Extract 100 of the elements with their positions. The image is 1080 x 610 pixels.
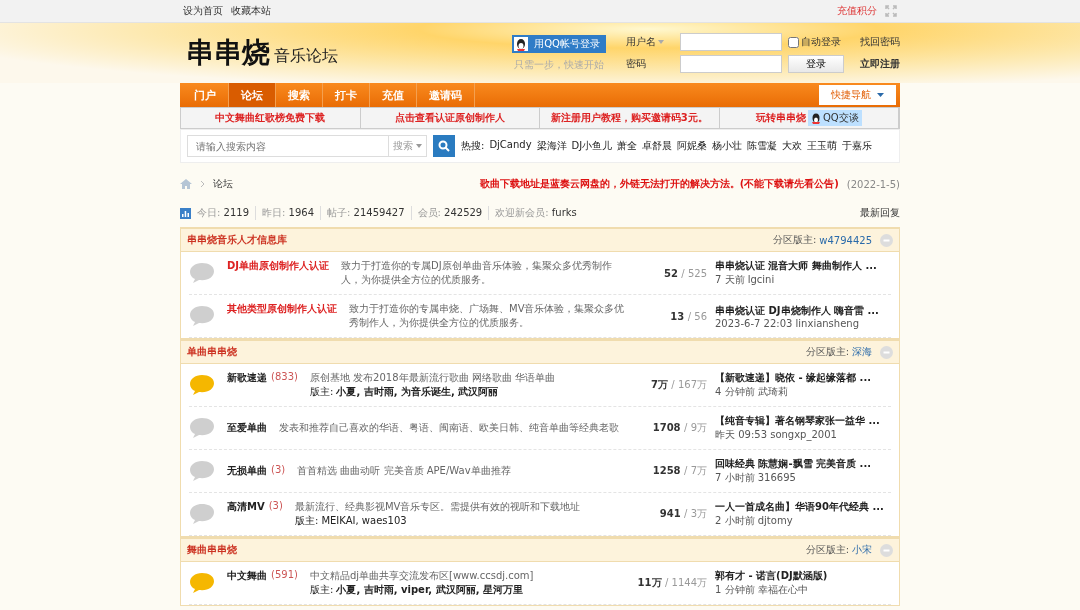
hot-search-link[interactable]: 陈雪凝 (747, 139, 778, 153)
caret-icon (416, 144, 422, 148)
promo-link[interactable]: 新注册用户教程，购买邀请码3元。 (550, 111, 708, 125)
forum-name-link[interactable]: 其他类型原创制作人认证 (227, 302, 337, 316)
last-post-meta: 昨天 09:53 songxp_2001 (715, 428, 838, 442)
hot-search-link[interactable]: 梁海洋 (536, 139, 567, 153)
last-post-meta: 4 分钟前 武琦莉 (715, 385, 789, 399)
search-button[interactable] (433, 135, 455, 157)
last-post-meta: 7 小时前 316695 (715, 471, 797, 485)
collapse-icon[interactable] (880, 345, 893, 359)
login-button[interactable]: 登录 (788, 55, 844, 73)
forum-description: 发表和推荐自己喜欢的华语、粤语、闽南语、欧美日韩、纯音单曲等经典老歌 (279, 421, 620, 435)
logo-subtitle: 音乐论坛 (274, 45, 338, 67)
register-link[interactable]: 立即注册 (860, 57, 900, 71)
moderator-link[interactable]: 深海 (852, 345, 872, 359)
password-field[interactable] (680, 55, 782, 73)
today-post-count: (591) (271, 569, 298, 582)
auto-login-label[interactable]: 自动登录 (801, 35, 841, 49)
username-field[interactable] (680, 33, 782, 51)
auto-login-checkbox[interactable] (788, 36, 799, 48)
forum-description: 最新流行、经典影视MV音乐专区。需提供有效的视听和下载地址 (294, 500, 582, 514)
forum-description: 首首精选 曲曲动听 完美音质 APE/Wav单曲推荐 (297, 464, 512, 478)
hot-search-link[interactable]: 王玉萌 (807, 139, 838, 153)
last-post-link[interactable]: 串串烧认证 混音大师 舞曲制作人 ... (715, 259, 891, 273)
hot-search-link[interactable]: 卓舒晨 (642, 139, 673, 153)
qq-login-button[interactable]: 用QQ帐号登录 (512, 34, 606, 53)
collapse-icon[interactable] (880, 543, 893, 557)
stat-text: 会员: 242529 (410, 206, 483, 220)
fullscreen-icon[interactable] (885, 5, 897, 17)
today-post-count: (3) (268, 500, 283, 513)
quick-nav-dropdown[interactable]: 快捷导航 (819, 85, 896, 105)
forum-name-link[interactable]: 中文舞曲 (227, 569, 267, 583)
last-post-link[interactable]: 【纯音专辑】著名钢琴家张一益华 ... (715, 414, 891, 428)
thread-post-count: 941 / 3万 (658, 507, 707, 521)
qq-chat-badge[interactable]: QQ交谈 (807, 110, 862, 126)
last-post-link[interactable]: 郭有才 - 诺言(DJ默涵版) (715, 569, 891, 583)
today-post-count: (3) (271, 464, 286, 477)
search-icon (438, 140, 450, 152)
promo-link[interactable]: 玩转串串烧 (755, 111, 806, 125)
hot-search-link[interactable]: 萧全 (617, 139, 638, 153)
latest-replies-link[interactable]: 最新回复 (860, 206, 900, 220)
caret-icon (877, 93, 884, 97)
caret-icon[interactable] (658, 40, 664, 44)
hot-search-link[interactable]: 大欢 (782, 139, 803, 153)
thread-post-count: 13 / 56 (669, 310, 707, 322)
today-post-count: (833) (271, 371, 298, 384)
thread-post-count: 7万 / 167万 (649, 378, 707, 392)
top-link[interactable]: 收藏本站 (231, 5, 271, 16)
forum-description: 原创基地 发布2018年最新流行歌曲 网络歌曲 华语单曲 (309, 371, 556, 385)
chevron-icon (200, 180, 205, 188)
stat-text: 欢迎新会员: furks (488, 206, 577, 220)
hot-search-link[interactable]: 杨小壮 (712, 139, 743, 153)
penguin-icon (514, 36, 529, 51)
hot-search-link[interactable]: 阿妮桑 (677, 139, 708, 153)
forum-description: 致力于打造你的专属串烧、广场舞、MV音乐体验，集聚众多优秀制作人，为你提供全方位的优质服务。 (349, 302, 625, 330)
home-icon[interactable] (180, 179, 192, 189)
thread-post-count: 11万 / 1144万 (636, 576, 707, 590)
last-post-link[interactable]: 一人一首成名曲】华语90年代经典 ... (715, 500, 891, 514)
section-title[interactable]: 串串烧音乐人才信息库 (187, 233, 287, 247)
collapse-icon[interactable] (880, 233, 893, 247)
stat-text: 今日: 2119 (197, 206, 249, 220)
hot-search-link[interactable]: 于嘉乐 (842, 139, 873, 153)
forum-name-link[interactable]: 高清MV (227, 500, 265, 514)
promo-link[interactable]: 中文舞曲红歌榜免费下载 (215, 111, 326, 125)
section-title[interactable]: 单曲串串烧 (187, 345, 237, 359)
thread-post-count: 52 / 525 (662, 267, 707, 279)
moderator-link[interactable]: 小宋 (852, 543, 872, 557)
hot-search-link[interactable]: DJ小鱼儿 (571, 139, 613, 153)
forum-moderators: 版主: 小夏, 吉时雨, viper, 武汉阿丽, 星河万里 (309, 583, 524, 597)
logo[interactable]: 串串烧 (186, 34, 270, 72)
stat-text: 昨日: 1964 (255, 206, 315, 220)
forum-description: 致力于打造你的专属DJ原创单曲音乐体验，集聚众多优秀制作人，为你提供全方位的优质服务。 (341, 259, 613, 287)
stat-text: 帖子: 21459427 (320, 206, 405, 220)
forum-moderators: 版主: 小夏, 吉时雨, 为音乐诞生, 武汉阿丽 (309, 385, 500, 399)
promo-link[interactable]: 点击查看认证原创制作人 (394, 111, 505, 125)
last-post-meta: 2023-6-7 22:03 linxiansheng (715, 317, 860, 329)
moderator-link[interactable]: w4794425 (819, 234, 872, 246)
forgot-password-link[interactable]: 找回密码 (860, 35, 900, 49)
recharge-link[interactable]: 充值积分 (837, 4, 877, 18)
username-label[interactable]: 用户名 (626, 35, 656, 49)
last-post-link[interactable]: 串串烧认证 DJ串烧制作人 嗨音雷 ... (715, 303, 891, 318)
moderator-label: 分区版主: (772, 233, 817, 247)
last-post-link[interactable]: 回味经典 陈慧娴-飘雪 完美音质 ... (715, 457, 891, 471)
search-field[interactable]: 请输入搜索内容 (187, 135, 389, 157)
nav-tab[interactable]: 论坛 (229, 83, 276, 107)
section-title[interactable]: 舞曲串串烧 (187, 543, 237, 557)
last-post-meta: 1 分钟前 幸福在心中 (715, 583, 809, 597)
hot-search-link[interactable]: DjCandy (489, 139, 532, 153)
password-label: 密码 (626, 57, 647, 71)
last-post-link[interactable]: 【新歌速递】晓依 - 缘起缘落都 ... (715, 371, 891, 385)
top-link[interactable]: 设为首页 (183, 5, 223, 16)
forum-name-link[interactable]: DJ单曲原创制作人认证 (227, 259, 330, 273)
notice-link[interactable]: 歌曲下载地址是蓝奏云网盘的，外链无法打开的解决方法。(不能下载请先看公告) (479, 177, 839, 191)
forum-description: 中文精品dj单曲共享交流发布区[www.ccsdj.com] (309, 569, 535, 583)
chart-icon (180, 207, 191, 219)
breadcrumb-link[interactable]: 论坛 (213, 177, 233, 191)
forum-name-link[interactable]: 新歌速递 (227, 371, 267, 385)
moderator-label: 分区版主: (805, 543, 849, 557)
forum-name-link[interactable]: 至爱单曲 (227, 421, 267, 435)
forum-name-link[interactable]: 无损单曲 (227, 464, 267, 478)
